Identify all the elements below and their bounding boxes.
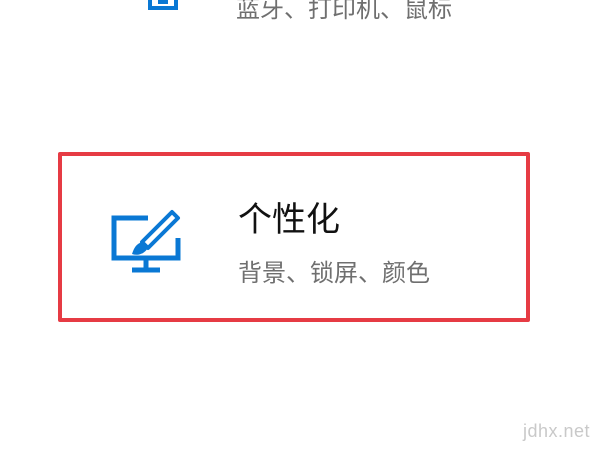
settings-item-description: 蓝牙、打印机、鼠标: [236, 0, 452, 23]
settings-page: 蓝牙、打印机、鼠标 个性化 背景、锁屏、颜色 jdhx.net: [0, 0, 600, 450]
settings-item-description: 背景、锁屏、颜色: [238, 259, 430, 287]
settings-item-personalization[interactable]: 个性化 背景、锁屏、颜色: [58, 152, 530, 322]
personalization-icon: [108, 208, 184, 280]
devices-icon: [140, 0, 186, 14]
settings-item-title: 个性化: [238, 200, 340, 240]
settings-item-devices[interactable]: 蓝牙、打印机、鼠标: [0, 0, 600, 60]
watermark: jdhx.net: [522, 421, 590, 441]
